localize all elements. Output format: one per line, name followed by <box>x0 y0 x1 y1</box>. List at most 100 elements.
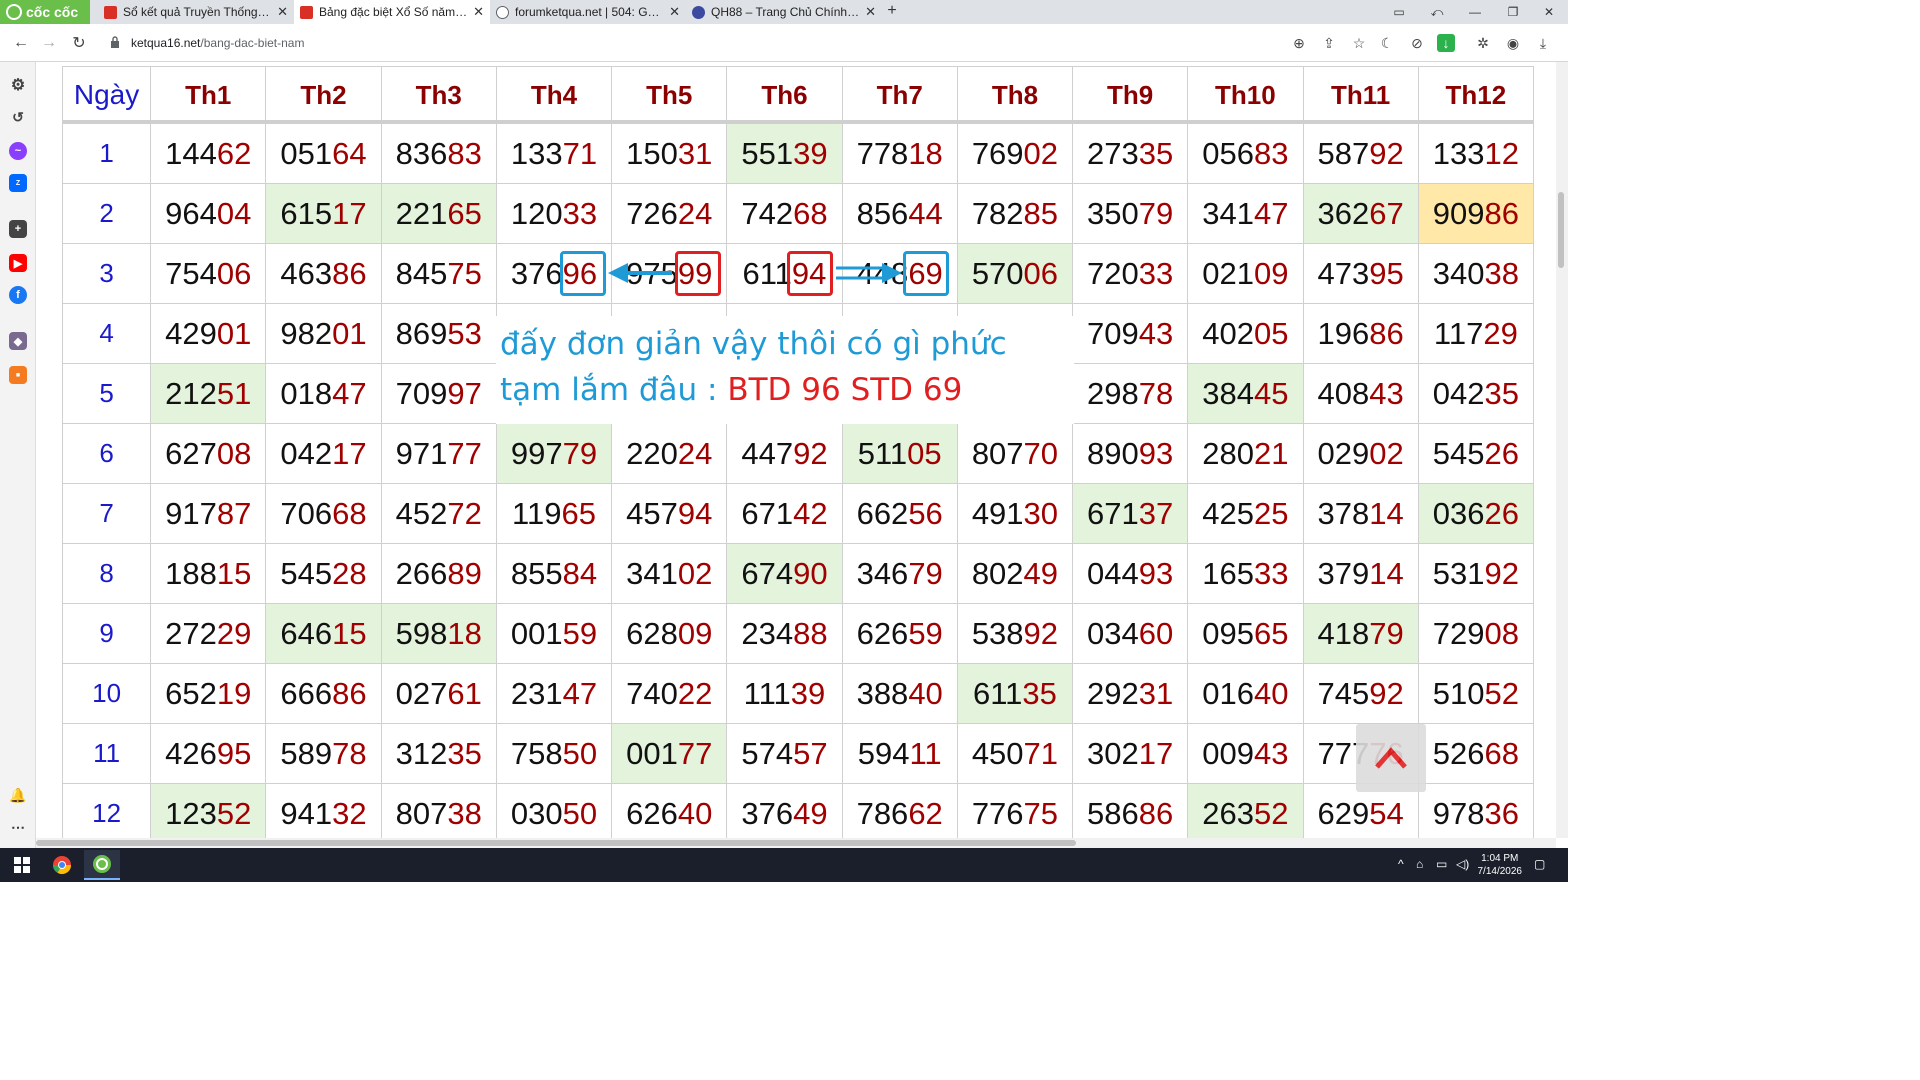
result-tail-digits: 61 <box>447 675 482 711</box>
result-cell: 54526 <box>1417 423 1535 484</box>
facebook-icon[interactable]: f <box>9 286 27 304</box>
close-icon[interactable]: ✕ <box>669 4 680 20</box>
day-cell: 8 <box>61 543 152 604</box>
tab-qh88[interactable]: QH88 – Trang Chủ Chính Thứ ✕ <box>686 0 882 24</box>
youtube-icon[interactable]: ▶ <box>9 254 27 272</box>
vertical-scrollbar[interactable] <box>1556 62 1568 838</box>
download-green-icon[interactable]: ↓ <box>1437 34 1455 52</box>
result-head-digits: 425 <box>1202 495 1255 531</box>
clock-date: 7/14/2026 <box>1477 866 1523 877</box>
tray-chevron-icon[interactable]: ^ <box>1398 857 1404 871</box>
reload-icon[interactable]: ↻ <box>68 32 90 54</box>
coccoc-taskbar-icon[interactable] <box>84 850 120 880</box>
coccoc-menu-button[interactable]: cốc cốc <box>0 0 90 24</box>
result-cell: 67490 <box>726 543 843 604</box>
result-head-digits: 016 <box>1202 675 1255 711</box>
close-icon[interactable]: ✕ <box>473 4 484 20</box>
messenger-icon[interactable]: ~ <box>9 142 27 160</box>
app-orange-icon[interactable]: ■ <box>9 366 27 384</box>
result-head-digits: 754 <box>165 255 217 291</box>
profile-icon[interactable]: ◉ <box>1504 34 1522 52</box>
add-app-icon[interactable]: + <box>9 220 27 238</box>
result-tail-digits: 79 <box>562 435 598 471</box>
month-header: Th6 <box>726 66 843 124</box>
history-icon[interactable]: ↺ <box>9 108 27 126</box>
result-tail-digits: 68 <box>1484 735 1519 771</box>
close-icon[interactable]: ✕ <box>865 4 876 20</box>
minimize-icon[interactable]: — <box>1456 0 1494 24</box>
result-cell: 45272 <box>380 483 497 544</box>
new-tab-button[interactable]: + <box>882 2 902 20</box>
address-bar[interactable]: ketqua16.net/bang-dac-biet-nam <box>131 36 304 50</box>
result-head-digits: 263 <box>1202 795 1255 831</box>
more-options-icon[interactable]: ⋯ <box>9 818 27 836</box>
game-app-icon[interactable]: ◆ <box>9 332 27 350</box>
horizontal-scrollbar[interactable] <box>36 838 1556 848</box>
extensions-icon[interactable]: ✲ <box>1474 34 1492 52</box>
result-head-digits: 196 <box>1317 315 1370 351</box>
windows-start-icon[interactable] <box>4 850 40 880</box>
tab-so-ket-qua[interactable]: Sổ kết quả Truyền Thống - Tổ ✕ <box>98 0 294 24</box>
result-head-digits: 720 <box>1087 255 1139 291</box>
bookmark-star-icon[interactable]: ☆ <box>1350 34 1368 52</box>
tab-forumketqua[interactable]: forumketqua.net | 504: Gatev ✕ <box>490 0 686 24</box>
hscrollbar-thumb[interactable] <box>36 840 1076 846</box>
zalo-icon[interactable]: Z <box>9 174 27 192</box>
result-cell: 62640 <box>611 783 728 838</box>
result-cell: 37914 <box>1302 543 1419 604</box>
result-tail-digits: 14 <box>1369 555 1404 591</box>
back-to-top-button[interactable] <box>1356 724 1426 792</box>
forward-arrow-icon[interactable]: → <box>38 32 60 54</box>
settings-gear-icon[interactable]: ⚙ <box>9 76 27 94</box>
dark-mode-icon[interactable]: ☾ <box>1378 34 1396 52</box>
close-icon[interactable]: ✕ <box>277 4 288 20</box>
zoom-icon[interactable]: ⊕ <box>1290 34 1308 52</box>
result-cell: 00943 <box>1187 723 1304 784</box>
result-head-digits: 384 <box>1202 375 1255 411</box>
result-cell: 57457 <box>726 723 843 784</box>
notification-center-icon[interactable]: ▢ <box>1534 857 1545 871</box>
result-cell: 31235 <box>380 723 497 784</box>
network-icon[interactable]: ▭ <box>1436 857 1447 871</box>
maximize-icon[interactable]: ❐ <box>1494 0 1532 24</box>
result-tail-digits: 39 <box>790 675 826 711</box>
result-cell: 11965 <box>495 483 613 544</box>
result-head-digits: 448 <box>856 255 909 291</box>
scrollbar-thumb[interactable] <box>1558 192 1564 268</box>
result-head-digits: 869 <box>395 315 448 351</box>
result-cell: 94132 <box>265 783 382 838</box>
result-head-digits: 671 <box>741 495 794 531</box>
day-cell: 6 <box>61 423 152 484</box>
result-head-digits: 117 <box>1433 315 1484 351</box>
windows-taskbar: ^ ⌂ ▭ ◁) 1:04 PM 7/14/2026 ▢ <box>0 848 1568 882</box>
result-head-digits: 586 <box>1087 795 1139 831</box>
adblock-icon[interactable]: ⊘ <box>1408 34 1426 52</box>
share-icon[interactable]: ⇪ <box>1320 34 1338 52</box>
tab-bang-dac-biet[interactable]: Bảng đặc biệt Xổ Số năm 20 ✕ <box>294 0 490 24</box>
notification-bell-icon[interactable]: 🔔 <box>9 786 27 804</box>
system-clock[interactable]: 1:04 PM 7/14/2026 <box>1478 852 1523 878</box>
result-tail-digits: 35 <box>447 735 482 771</box>
day-cell: 10 <box>61 663 152 724</box>
result-head-digits: 587 <box>1317 135 1370 171</box>
browser-toolbar: ← → ↻ ketqua16.net/bang-dac-biet-nam ⊕ ⇪… <box>0 24 1568 62</box>
result-tail-digits: 35 <box>1484 375 1519 411</box>
downloads-icon[interactable]: ⤓ <box>1534 34 1552 52</box>
result-cell: 01640 <box>1187 663 1304 724</box>
result-tail-digits: 01 <box>332 315 367 351</box>
tab-search-icon[interactable]: ▭ <box>1380 0 1418 24</box>
result-tail-digits: 59 <box>908 615 943 651</box>
result-head-digits: 402 <box>1202 315 1255 351</box>
volume-icon[interactable]: ◁) <box>1456 857 1469 871</box>
window-close-icon[interactable]: ✕ <box>1530 0 1568 24</box>
sidebar-toggle-icon[interactable]: ⤺ <box>1418 0 1456 24</box>
back-arrow-icon[interactable]: ← <box>10 32 32 54</box>
result-cell: 51052 <box>1417 663 1535 724</box>
result-tail-digits: 02 <box>1369 435 1404 471</box>
chrome-taskbar-icon[interactable] <box>44 850 80 880</box>
tray-app-icon[interactable]: ⌂ <box>1416 857 1423 871</box>
result-cell: 15031 <box>611 123 728 184</box>
result-cell: 29231 <box>1072 663 1189 724</box>
result-cell: 72908 <box>1417 603 1535 664</box>
result-tail-digits: 12 <box>1484 135 1519 171</box>
